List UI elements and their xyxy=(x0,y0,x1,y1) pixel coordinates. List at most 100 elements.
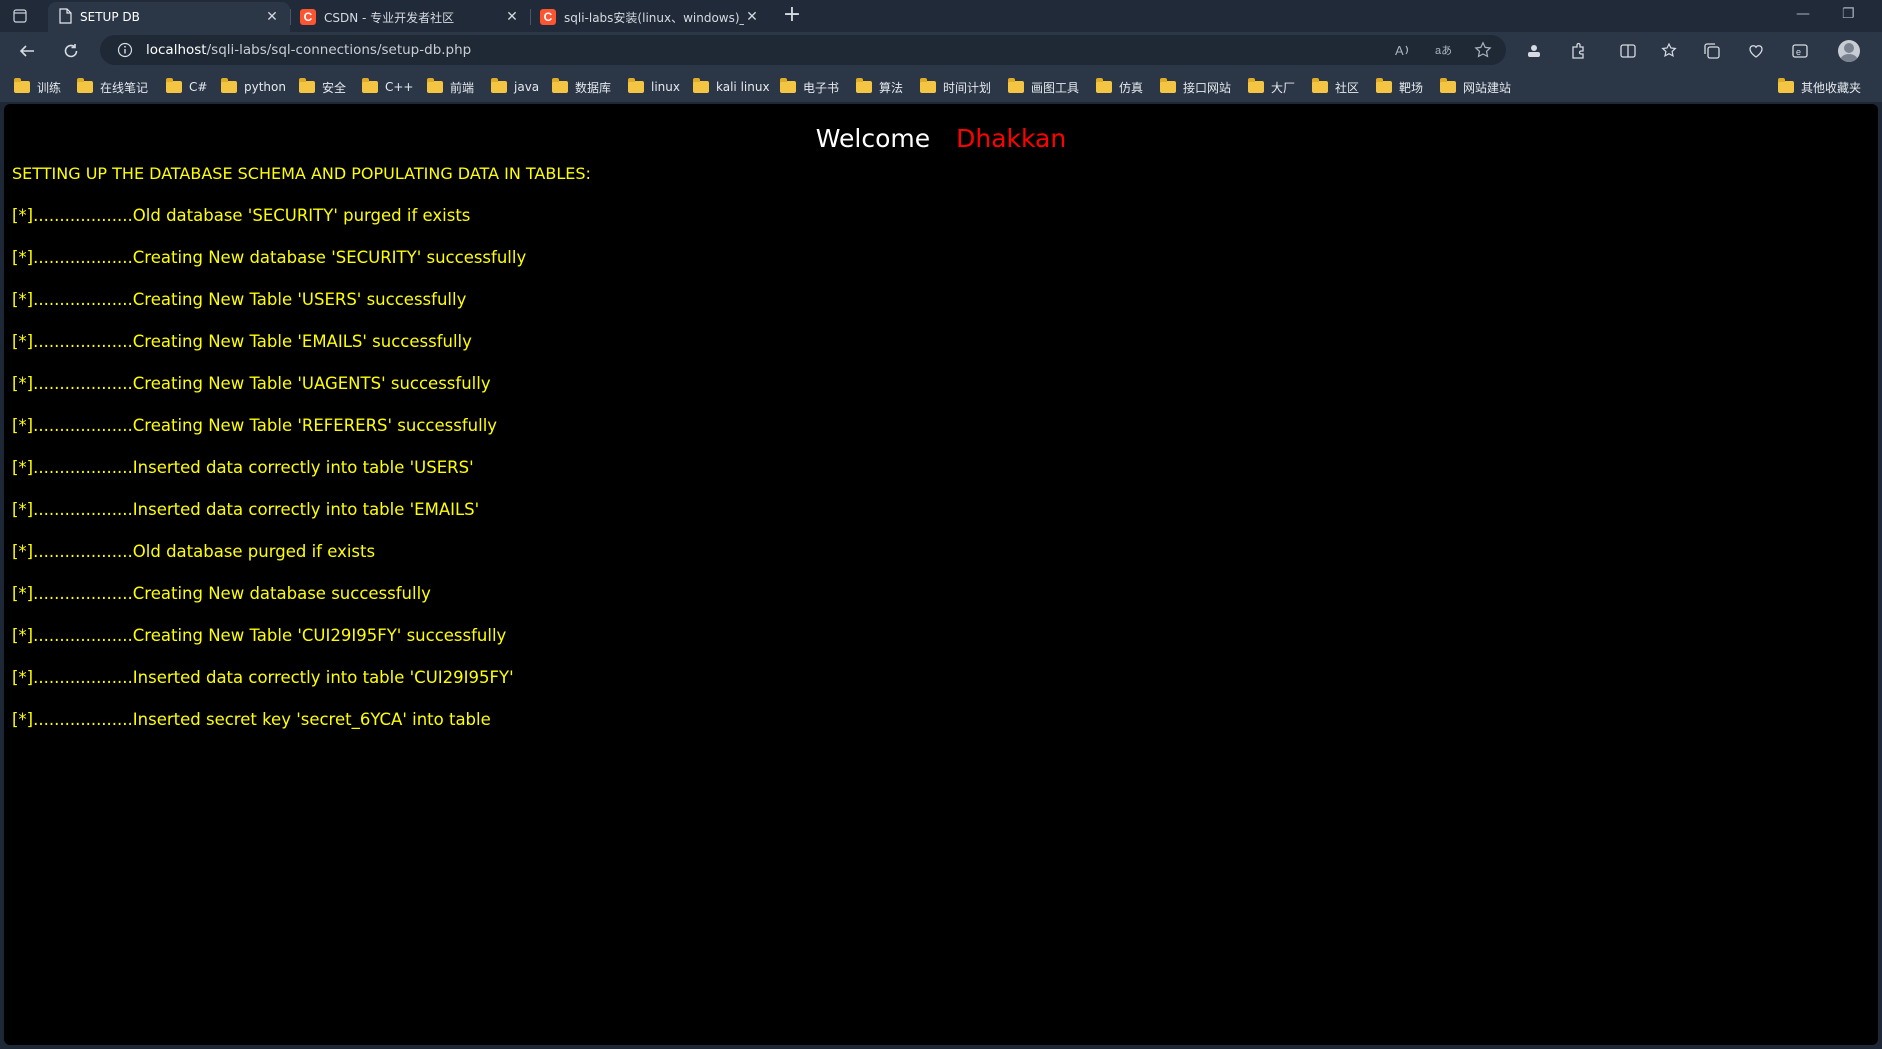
bookmark-label: 接口网站 xyxy=(1183,80,1232,95)
tab-title: CSDN - 专业开发者社区 xyxy=(324,10,455,25)
folder-icon xyxy=(362,78,378,93)
folder-icon xyxy=(427,78,443,93)
folder-icon xyxy=(1778,78,1794,93)
bookmark-folder[interactable]: 安全 xyxy=(299,78,346,96)
favorite-star-icon[interactable] xyxy=(1474,41,1492,63)
bookmark-folder[interactable]: 大厂 xyxy=(1248,78,1295,96)
bookmark-folder[interactable]: 社区 xyxy=(1312,78,1359,96)
toolbar: localhost/sqli-labs/sql-connections/setu… xyxy=(0,32,1882,70)
page-viewport: Welcome Dhakkan SETTING UP THE DATABASE S… xyxy=(4,104,1878,1045)
bookmark-label: 仿真 xyxy=(1119,80,1144,95)
folder-icon xyxy=(1312,78,1328,93)
folder-icon xyxy=(628,78,644,93)
new-tab-button[interactable]: + xyxy=(780,4,804,28)
bookmark-label: kali linux xyxy=(716,80,770,94)
bookmark-folder[interactable]: 时间计划 xyxy=(920,78,991,96)
tab-csdn[interactable]: C CSDN - 专业开发者社区 ✕ xyxy=(290,2,530,32)
log-line: [*]...................Creating New Table… xyxy=(12,626,507,645)
folder-icon xyxy=(166,78,182,93)
bookmark-label: C++ xyxy=(385,80,414,94)
tab-title: sqli-labs安装(linux、windows)_sqli xyxy=(564,10,744,25)
folder-icon xyxy=(552,78,568,93)
collections-icon[interactable] xyxy=(1702,41,1722,61)
bookmark-label: C# xyxy=(189,80,208,94)
translate-icon[interactable]: aあ xyxy=(1434,41,1452,63)
bookmark-folder[interactable]: 训练 xyxy=(14,78,61,96)
bookmark-label: 数据库 xyxy=(575,80,612,95)
extension-icon[interactable] xyxy=(1524,41,1544,61)
bookmark-folder[interactable]: kali linux xyxy=(693,78,770,96)
read-aloud-icon[interactable]: A xyxy=(1394,41,1412,63)
info-icon[interactable] xyxy=(116,41,134,59)
log-line: [*]...................Inserted secret ke… xyxy=(12,710,491,729)
bookmark-folder[interactable]: 前端 xyxy=(427,78,474,96)
svg-text:A: A xyxy=(1395,43,1404,58)
bookmark-folder[interactable]: java xyxy=(491,78,539,96)
csdn-icon: C xyxy=(540,9,556,25)
bookmark-folder[interactable]: 电子书 xyxy=(780,78,839,96)
back-icon[interactable] xyxy=(16,40,38,62)
bookmark-label: 前端 xyxy=(450,80,475,95)
bookmark-label: 大厂 xyxy=(1271,80,1296,95)
folder-icon xyxy=(1008,78,1024,93)
bookmark-label: 电子书 xyxy=(803,80,840,95)
split-screen-icon[interactable] xyxy=(1618,41,1638,61)
folder-icon xyxy=(1160,78,1176,93)
folder-icon xyxy=(920,78,936,93)
edge-sidebar-icon[interactable]: e xyxy=(1790,41,1810,61)
welcome-banner: Welcome Dhakkan xyxy=(4,124,1878,153)
log-line: [*]...................Creating New Table… xyxy=(12,290,467,309)
bookmark-folder[interactable]: 算法 xyxy=(856,78,903,96)
folder-icon xyxy=(1096,78,1112,93)
extensions-puzzle-icon[interactable] xyxy=(1568,41,1588,61)
bookmark-folder[interactable]: linux xyxy=(628,78,680,96)
close-icon[interactable]: ✕ xyxy=(264,9,280,25)
close-icon[interactable]: ✕ xyxy=(504,9,520,25)
log-line: [*]...................Creating New Table… xyxy=(12,332,472,351)
address-bar[interactable]: localhost/sqli-labs/sql-connections/setu… xyxy=(100,35,1506,65)
favorites-icon[interactable] xyxy=(1660,41,1680,61)
url-text[interactable]: localhost/sqli-labs/sql-connections/setu… xyxy=(146,42,471,58)
csdn-icon: C xyxy=(300,9,316,25)
folder-icon xyxy=(299,78,315,93)
log-line: [*]...................Creating New datab… xyxy=(12,584,431,603)
setup-heading: SETTING UP THE DATABASE SCHEMA AND POPUL… xyxy=(12,164,591,183)
folder-icon xyxy=(1248,78,1264,93)
bookmark-folder[interactable]: 在线笔记 xyxy=(77,78,148,96)
profile-avatar[interactable] xyxy=(1838,40,1860,62)
bookmark-folder[interactable]: 网站建站 xyxy=(1440,78,1511,96)
bookmark-folder[interactable]: 仿真 xyxy=(1096,78,1143,96)
log-line: [*]...................Creating New datab… xyxy=(12,248,527,267)
bookmark-folder[interactable]: python xyxy=(221,78,286,96)
log-line: [*]...................Old database 'SECU… xyxy=(12,206,471,225)
tab-strip: SETUP DB ✕ C CSDN - 专业开发者社区 ✕ C sqli-lab… xyxy=(0,0,1882,32)
bookmark-label: 社区 xyxy=(1335,80,1360,95)
bookmark-folder[interactable]: C# xyxy=(166,78,207,96)
close-icon[interactable]: ✕ xyxy=(744,9,760,25)
log-line: [*]...................Inserted data corr… xyxy=(12,668,514,687)
bookmark-folder-other[interactable]: 其他收藏夹 xyxy=(1778,78,1861,96)
bookmark-label: 训练 xyxy=(37,80,62,95)
bookmark-label: 网站建站 xyxy=(1463,80,1512,95)
restore-icon[interactable]: ❐ xyxy=(1842,6,1855,22)
bookmark-label: 时间计划 xyxy=(943,80,992,95)
log-line: [*]...................Inserted data corr… xyxy=(12,500,480,519)
bookmark-folder[interactable]: 靶场 xyxy=(1376,78,1423,96)
bookmark-label: linux xyxy=(651,80,680,94)
bookmark-folder[interactable]: 接口网站 xyxy=(1160,78,1231,96)
bookmark-label: 算法 xyxy=(879,80,904,95)
browser-essentials-icon[interactable] xyxy=(1746,41,1766,61)
tab-title: SETUP DB xyxy=(80,10,140,24)
bookmark-folder[interactable]: 画图工具 xyxy=(1008,78,1079,96)
bookmark-folder[interactable]: C++ xyxy=(362,78,414,96)
tab-setup-db[interactable]: SETUP DB ✕ xyxy=(48,2,290,32)
minimize-icon[interactable]: — xyxy=(1796,6,1810,22)
page-icon xyxy=(58,7,72,27)
tab-actions-icon[interactable] xyxy=(12,8,28,24)
bookmark-folder[interactable]: 数据库 xyxy=(552,78,611,96)
refresh-icon[interactable] xyxy=(60,40,82,62)
folder-icon xyxy=(1376,78,1392,93)
tab-sqli-labs[interactable]: C sqli-labs安装(linux、windows)_sqli ✕ xyxy=(530,2,770,32)
log-line: [*]...................Old database purge… xyxy=(12,542,376,561)
folder-icon xyxy=(77,78,93,93)
